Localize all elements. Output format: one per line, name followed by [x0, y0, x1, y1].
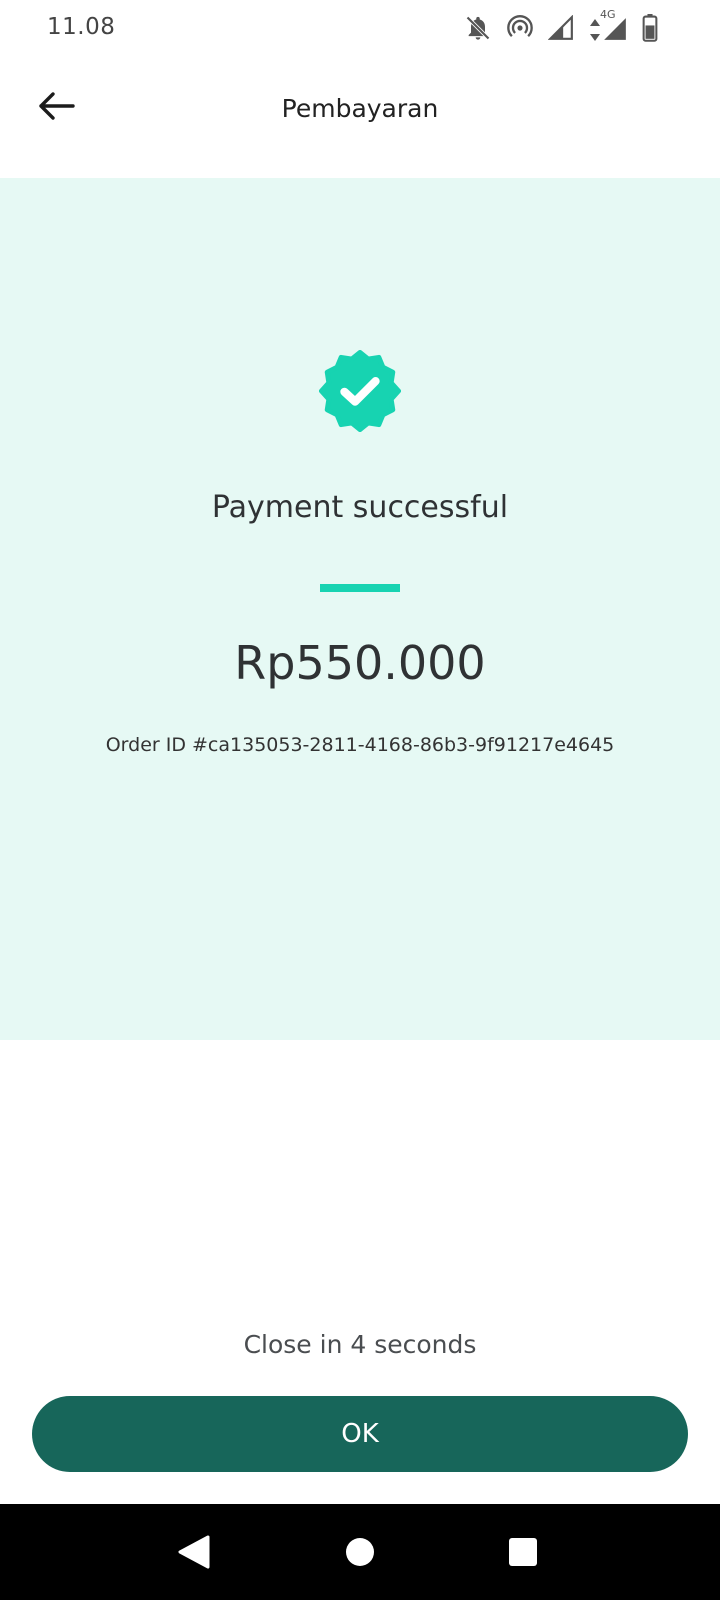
battery-icon [642, 14, 658, 42]
status-icons: 4G [464, 8, 658, 44]
ok-button[interactable]: OK [32, 1396, 688, 1472]
page-title: Pembayaran [281, 94, 439, 123]
nav-home-icon[interactable] [345, 1537, 375, 1571]
system-navigation-bar [0, 1504, 720, 1600]
order-id: Order ID #ca135053-2811-4168-86b3-9f9121… [105, 734, 615, 756]
nav-recents-icon[interactable] [508, 1537, 538, 1571]
status-bar: 11.08 4G [0, 0, 720, 56]
payment-status-title: Payment successful [211, 490, 509, 525]
accent-divider [320, 584, 400, 592]
app-bar: Pembayaran [0, 56, 720, 178]
bell-off-icon [464, 14, 492, 42]
payment-amount: Rp550.000 [234, 636, 486, 690]
payment-success-screen: 11.08 4G Pembayaran Payment successful R… [0, 0, 720, 1600]
verified-check-icon [319, 350, 401, 432]
payment-success-panel: Payment successful Rp550.000 Order ID #c… [0, 178, 720, 1040]
close-countdown: Close in 4 seconds [243, 1330, 477, 1359]
hotspot-icon [506, 14, 534, 42]
nav-back-icon[interactable] [177, 1534, 211, 1574]
signal-4g-icon: 4G [588, 8, 628, 42]
signal-icon [548, 15, 574, 41]
status-time: 11.08 [47, 14, 116, 40]
